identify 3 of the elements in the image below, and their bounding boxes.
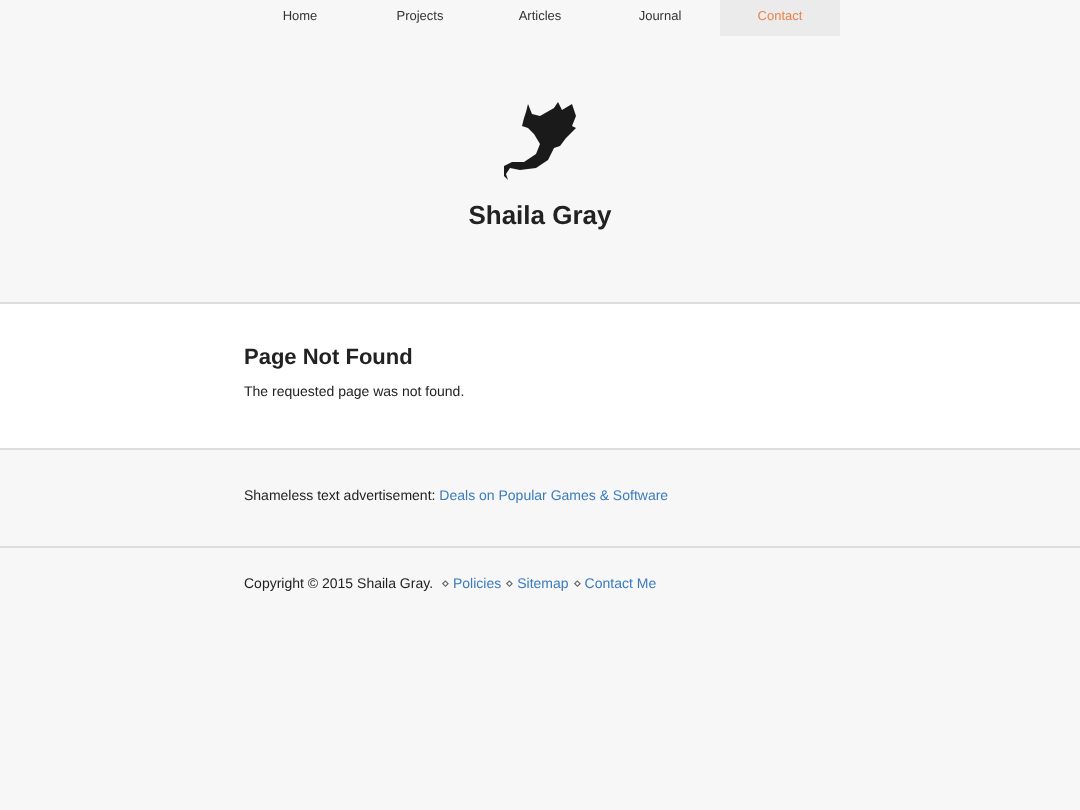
dragon-logo	[500, 99, 580, 180]
page-heading: Page Not Found	[244, 345, 415, 372]
site-title: Shaila Gray	[468, 199, 612, 231]
